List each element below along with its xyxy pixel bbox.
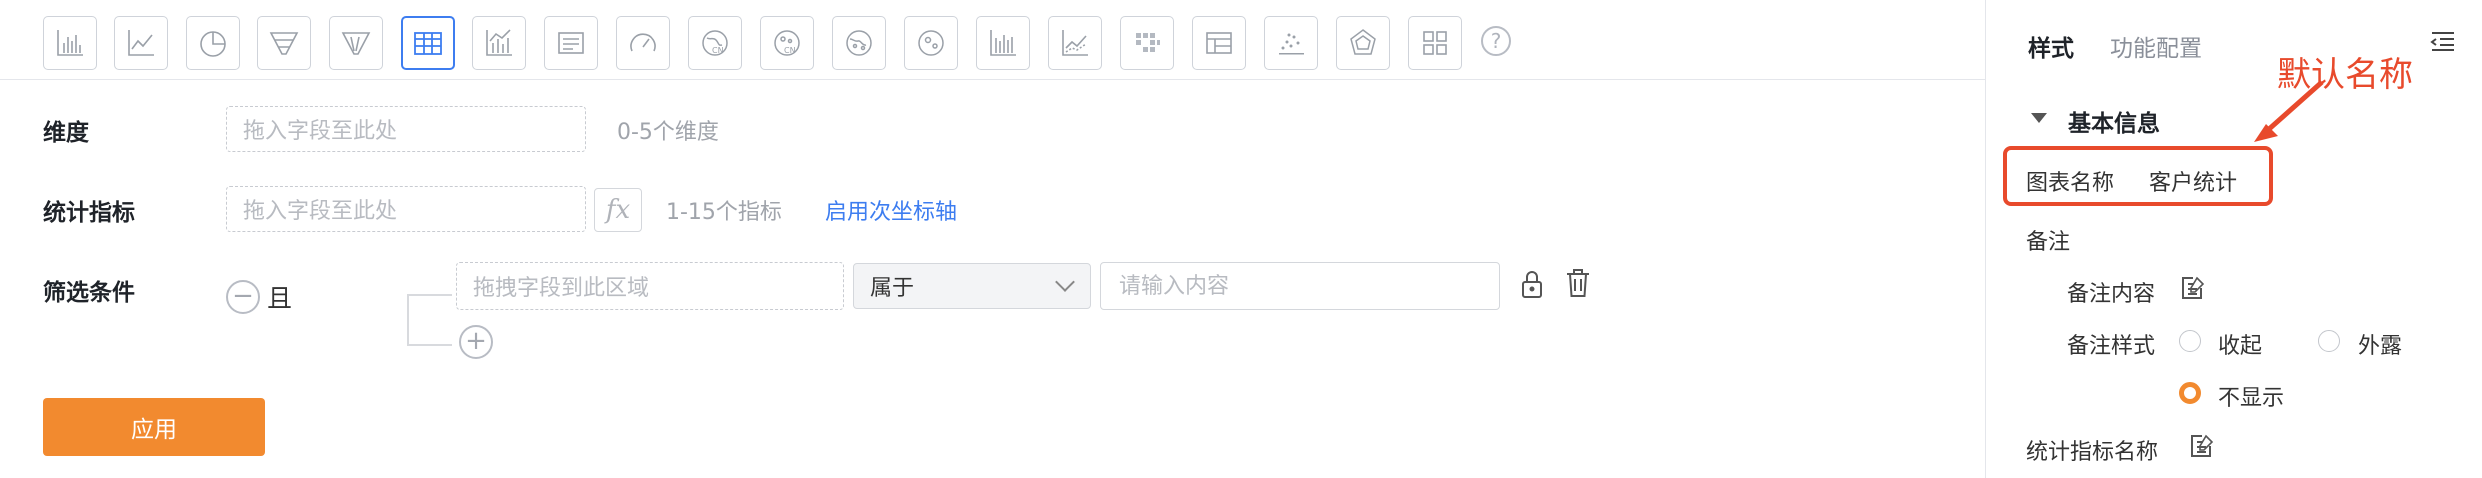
filter-operator-value: 属于 <box>870 276 915 301</box>
trash-icon[interactable] <box>1562 265 1594 301</box>
metric-label: 统计指标 <box>43 200 135 226</box>
help-icon[interactable]: ? <box>1481 26 1511 56</box>
dimension-label: 维度 <box>43 120 89 146</box>
stacked-bar-chart-icon[interactable] <box>976 16 1030 70</box>
line-chart-icon[interactable] <box>114 16 168 70</box>
bar-chart-icon[interactable] <box>43 16 97 70</box>
filter-operator-select[interactable]: 属于 <box>853 263 1091 309</box>
annotation-arrow-icon <box>2254 80 2324 142</box>
map-cn-label: CN <box>712 46 724 55</box>
remove-condition-icon[interactable]: − <box>226 280 260 314</box>
remark-label: 备注 <box>2026 230 2071 255</box>
radio-expose[interactable] <box>2318 330 2340 352</box>
heatmap-chart-icon[interactable] <box>1120 16 1174 70</box>
gauge-chart-icon[interactable] <box>616 16 670 70</box>
metric-hint: 1-15个指标 <box>666 200 782 225</box>
filter-logic-toggle[interactable]: 且 <box>267 279 292 315</box>
remark-content-label: 备注内容 <box>2067 282 2156 307</box>
metric-name-label: 统计指标名称 <box>2026 440 2159 465</box>
custom-grid-icon[interactable] <box>1408 16 1462 70</box>
dimension-hint: 0-5个维度 <box>617 120 719 145</box>
funnel-bar-chart-icon[interactable] <box>329 16 383 70</box>
china-bubble-map-icon[interactable]: CN <box>760 16 814 70</box>
edit-icon[interactable] <box>2179 274 2207 302</box>
chevron-down-icon <box>1055 272 1075 292</box>
combo-bar-line-chart-icon[interactable] <box>472 16 526 70</box>
pivot-table-icon[interactable] <box>1192 16 1246 70</box>
formula-button[interactable]: fx <box>594 188 642 232</box>
world-map-chart-icon[interactable] <box>832 16 886 70</box>
apply-button[interactable]: 应用 <box>43 398 265 456</box>
lock-icon[interactable] <box>1516 266 1548 302</box>
radar-chart-icon[interactable] <box>1336 16 1390 70</box>
remark-style-label: 备注样式 <box>2067 334 2156 359</box>
chart-type-toolbar: CN CN ? <box>0 0 1985 80</box>
tab-style[interactable]: 样式 <box>2028 29 2074 63</box>
expand-triangle-icon[interactable] <box>2031 113 2047 123</box>
filter-value-input[interactable] <box>1100 262 1500 310</box>
secondary-axis-link[interactable]: 启用次坐标轴 <box>825 194 957 226</box>
pie-chart-icon[interactable] <box>186 16 240 70</box>
edit-icon[interactable] <box>2188 432 2216 460</box>
basic-info-heading[interactable]: 基本信息 <box>2068 104 2160 138</box>
add-condition-icon[interactable]: + <box>459 325 493 359</box>
filter-label: 筛选条件 <box>43 280 135 306</box>
radio-hide-label: 不显示 <box>2218 386 2285 411</box>
chart-name-label: 图表名称 <box>2026 171 2115 196</box>
funnel-chart-icon[interactable] <box>257 16 311 70</box>
radio-hide[interactable] <box>2179 382 2201 404</box>
collapse-panel-icon[interactable] <box>2430 30 2456 52</box>
table-chart-icon[interactable] <box>401 16 455 70</box>
filter-field-drop-zone[interactable]: 拖拽字段到此区域 <box>456 262 844 310</box>
radio-collapse[interactable] <box>2179 330 2201 352</box>
scatter-chart-icon[interactable] <box>1264 16 1318 70</box>
china-map-chart-icon[interactable]: CN <box>688 16 742 70</box>
text-card-icon[interactable] <box>544 16 598 70</box>
map-cn-label: CN <box>784 46 796 55</box>
chart-name-value[interactable]: 客户统计 <box>2149 165 2237 197</box>
dimension-drop-zone[interactable]: 拖入字段至此处 <box>226 106 586 152</box>
radio-expose-label: 外露 <box>2358 334 2403 359</box>
tab-function-config[interactable]: 功能配置 <box>2110 29 2202 63</box>
world-bubble-map-icon[interactable] <box>904 16 958 70</box>
area-line-chart-icon[interactable] <box>1048 16 1102 70</box>
condition-bracket <box>407 294 452 346</box>
metric-drop-zone[interactable]: 拖入字段至此处 <box>226 186 586 232</box>
radio-collapse-label: 收起 <box>2218 334 2263 359</box>
